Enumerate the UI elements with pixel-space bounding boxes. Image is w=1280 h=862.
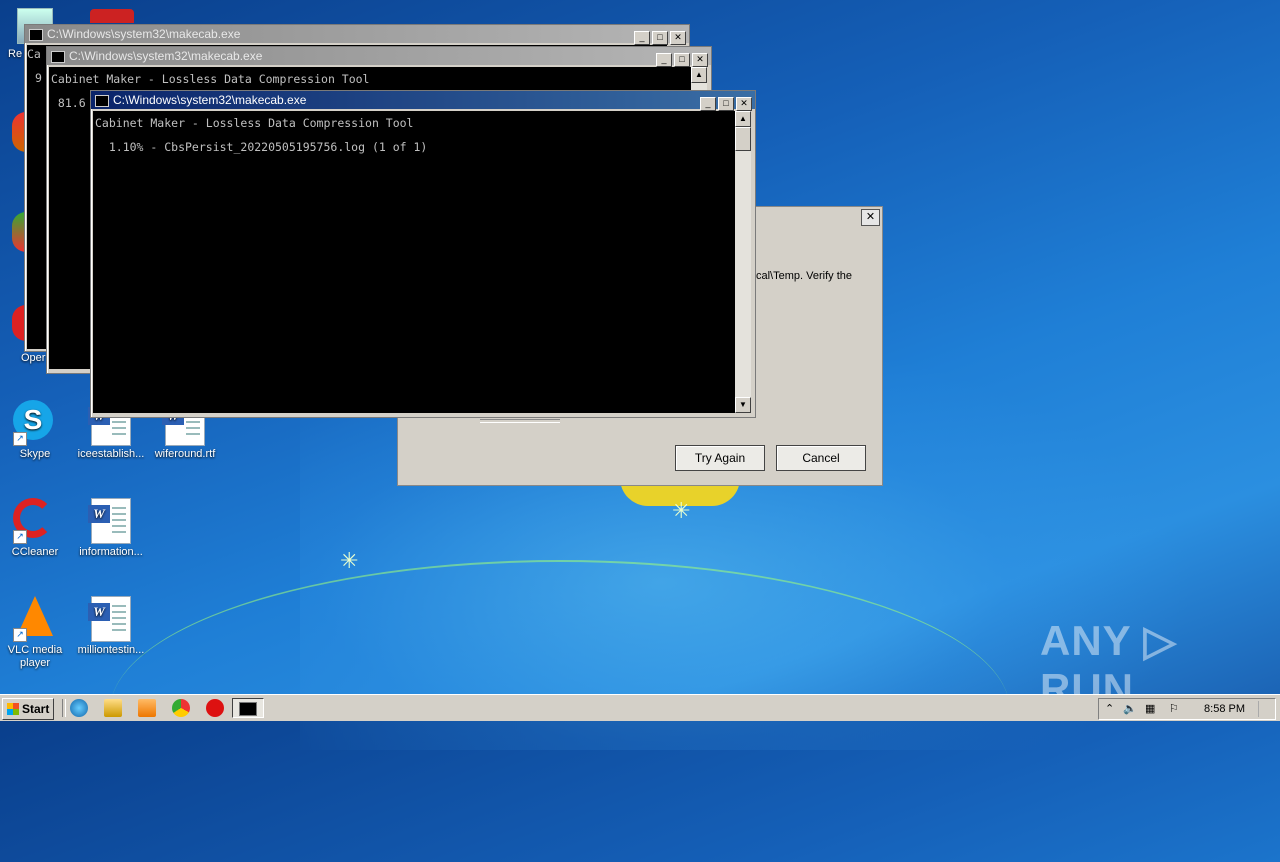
show-desktop-button[interactable]: [1258, 701, 1273, 717]
minimize-button[interactable]: _: [634, 31, 650, 45]
console-icon: [239, 702, 257, 716]
close-button[interactable]: ✕: [670, 31, 686, 45]
opera-icon[interactable]: [206, 699, 224, 717]
word-document-icon: W: [88, 498, 133, 544]
close-button[interactable]: ✕: [736, 97, 752, 111]
system-tray: ⌃ 🔈 ▦ ⚐ 8:58 PM: [1098, 698, 1276, 720]
desktop-icon-label: VLC media player: [7, 644, 63, 669]
cancel-button[interactable]: Cancel: [776, 445, 866, 471]
window-titlebar[interactable]: C:\Windows\system32\makecab.exe _ □ ✕: [25, 25, 689, 45]
media-player-icon[interactable]: [138, 699, 156, 717]
app-icon-partial[interactable]: [90, 9, 134, 23]
taskbar: Start ⌃ 🔈 ▦ ⚐ 8:58 PM: [0, 694, 1280, 721]
window-title: C:\Windows\system32\makecab.exe: [47, 27, 241, 41]
console-icon: [51, 50, 65, 63]
window-title: C:\Windows\system32\makecab.exe: [69, 49, 263, 63]
explorer-folder-icon[interactable]: [104, 699, 122, 717]
desktop-icon-vlc[interactable]: ↗ VLC media player: [0, 596, 70, 670]
dialog-message: cal\Temp. Verify the: [756, 270, 852, 282]
scroll-up-arrow-icon[interactable]: ▲: [691, 67, 707, 83]
desktop-icon-label: Skype: [19, 448, 51, 460]
console-line: Cabinet Maker - Lossless Data Compressio…: [51, 72, 370, 86]
console-line: Cabinet Maker - Lossless Data Compressio…: [95, 116, 414, 130]
network-icon[interactable]: ▦: [1145, 699, 1155, 719]
console-line: Ca: [27, 47, 41, 61]
windows-logo-icon: [7, 703, 19, 715]
desktop-icon-label: CCleaner: [11, 546, 59, 558]
vertical-scrollbar[interactable]: ▲ ▼: [735, 111, 751, 413]
vlc-cone-icon: ↗: [13, 596, 57, 642]
dialog-close-button[interactable]: ✕: [861, 209, 880, 226]
window-titlebar[interactable]: C:\Windows\system32\makecab.exe _ □ ✕: [47, 47, 711, 67]
speaker-icon[interactable]: 🔈: [1123, 699, 1137, 719]
try-again-button[interactable]: Try Again: [675, 445, 765, 471]
maximize-button[interactable]: □: [718, 97, 734, 111]
maximize-button[interactable]: □: [674, 53, 690, 67]
word-document-icon: W: [88, 596, 133, 642]
action-center-flag-icon[interactable]: ⚐: [1169, 699, 1179, 719]
desktop-icon-label: milliontestin...: [77, 644, 145, 656]
console-icon: [29, 28, 43, 41]
desktop-icon-milliontesting[interactable]: W milliontestin...: [76, 596, 146, 657]
shortcut-arrow-icon: ↗: [13, 432, 27, 446]
start-button[interactable]: Start: [2, 698, 54, 720]
window-title: C:\Windows\system32\makecab.exe: [113, 93, 307, 107]
desktop-icon-label: wiferound.rtf: [154, 448, 216, 460]
close-button[interactable]: ✕: [692, 53, 708, 67]
clock[interactable]: 8:58 PM: [1204, 699, 1245, 719]
show-hidden-icons-icon[interactable]: ⌃: [1105, 699, 1114, 719]
taskbar-divider: [62, 699, 66, 717]
scroll-down-arrow-icon[interactable]: ▼: [735, 397, 751, 413]
scroll-up-arrow-icon[interactable]: ▲: [735, 111, 751, 127]
sparkle-icon: ✳: [340, 548, 359, 573]
shortcut-arrow-icon: ↗: [13, 530, 27, 544]
minimize-button[interactable]: _: [700, 97, 716, 111]
skype-icon: S ↗: [13, 400, 57, 446]
console-window-front[interactable]: C:\Windows\system32\makecab.exe _ □ ✕ Cabi…: [90, 90, 756, 418]
chrome-icon[interactable]: [172, 699, 190, 717]
start-label: Start: [22, 702, 50, 716]
window-titlebar[interactable]: C:\Windows\system32\makecab.exe _ □ ✕: [91, 91, 755, 111]
internet-explorer-icon[interactable]: [70, 699, 88, 717]
console-line: 9: [35, 71, 42, 85]
sparkle-icon: ✳: [672, 498, 691, 523]
ccleaner-icon: ↗: [13, 498, 57, 544]
desktop-icon-information[interactable]: W information...: [76, 498, 146, 559]
console-output: Cabinet Maker - Lossless Data Compressio…: [93, 111, 735, 413]
console-line: 1.10% - CbsPersist_20220505195756.log (1…: [95, 140, 428, 154]
dialog-hidden-control-edge: [480, 419, 560, 423]
desktop-icon-ccleaner[interactable]: ↗ CCleaner: [0, 498, 70, 559]
desktop-icon-label: information...: [79, 546, 143, 558]
minimize-button[interactable]: _: [656, 53, 672, 67]
shortcut-arrow-icon: ↗: [13, 628, 27, 642]
taskbar-console-button[interactable]: [232, 698, 264, 718]
maximize-button[interactable]: □: [652, 31, 668, 45]
console-icon: [95, 94, 109, 107]
opera-label: Oper: [21, 352, 46, 364]
console-line: 81.6: [51, 96, 86, 110]
scroll-thumb[interactable]: [735, 127, 751, 151]
desktop-icon-label: iceestablish...: [77, 448, 145, 460]
desktop-icon-skype[interactable]: S ↗ Skype: [0, 400, 70, 461]
